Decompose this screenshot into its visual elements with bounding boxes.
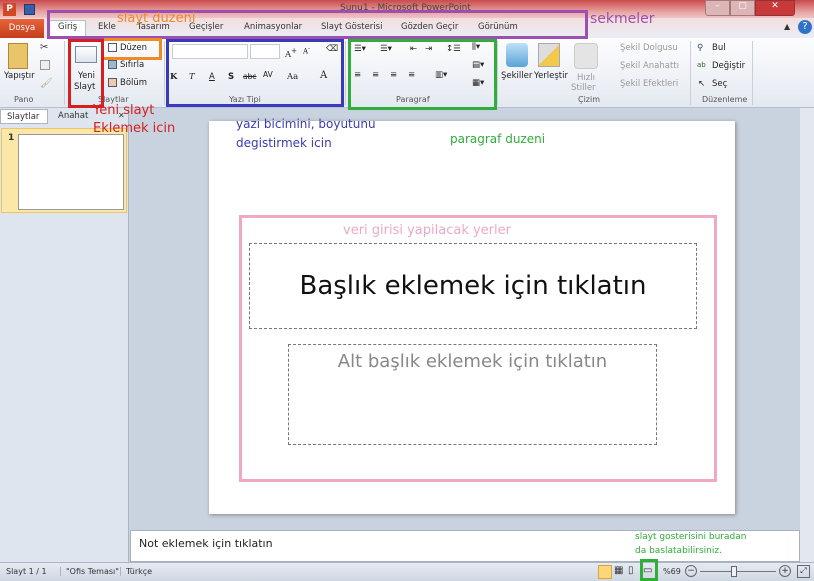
zoom-slider-thumb[interactable] bbox=[731, 566, 738, 577]
maximize-button[interactable]: ▢ bbox=[730, 0, 755, 16]
tab-anahat[interactable]: Anahat bbox=[58, 111, 88, 121]
copy-icon[interactable] bbox=[40, 60, 50, 70]
zoom-out-button[interactable]: − bbox=[685, 565, 697, 577]
quick-styles-icon[interactable] bbox=[574, 43, 598, 69]
annotation-box-slideshow bbox=[640, 559, 658, 581]
slide-number: 1 bbox=[8, 133, 15, 143]
zoom-level[interactable]: %69 bbox=[663, 567, 681, 576]
group-label-cizim: Çizim bbox=[578, 95, 601, 104]
annotation-layout: slayt duzeni bbox=[117, 11, 196, 26]
status-bar: Slayt 1 / 1 "Ofis Teması" Türkçe ▦ ▯ ▭ %… bbox=[0, 562, 814, 581]
tab-file[interactable]: Dosya bbox=[0, 19, 44, 38]
arrange-button[interactable]: Yerleştir bbox=[534, 71, 568, 81]
minimize-button[interactable]: – bbox=[705, 0, 730, 16]
section-icon bbox=[108, 78, 117, 87]
quick-styles-button-line1[interactable]: Hızlı bbox=[577, 73, 595, 83]
slides-panel: Slaytlar Anahat ✕ 1 bbox=[0, 108, 129, 562]
slide-thumbnail-item[interactable]: 1 bbox=[1, 128, 127, 213]
scrollbar-vertical[interactable] bbox=[800, 108, 814, 530]
annotation-font-2: degistirmek icin bbox=[236, 136, 332, 150]
shape-effects-button[interactable]: Şekil Efektleri bbox=[620, 79, 678, 89]
cut-icon[interactable]: ✂ bbox=[40, 42, 48, 53]
normal-view-button[interactable] bbox=[598, 565, 612, 579]
annotation-tabs: sekmeler bbox=[590, 11, 655, 27]
annotation-new-slide-1: Yeni slayt bbox=[93, 103, 155, 118]
shape-outline-button[interactable]: Şekil Anahattı bbox=[620, 61, 679, 71]
zoom-in-button[interactable]: + bbox=[779, 565, 791, 577]
quick-styles-button-line2[interactable]: Stiller bbox=[571, 83, 596, 93]
status-slide: Slayt 1 / 1 bbox=[6, 567, 47, 576]
binoculars-icon: ⚲ bbox=[697, 43, 704, 53]
annotation-placeholders: veri girisi yapilacak yerler bbox=[343, 223, 511, 238]
annotation-box-paragraph bbox=[348, 39, 497, 110]
annotation-slideshow-1: slayt gosterisini buradan bbox=[635, 532, 747, 542]
format-painter-icon[interactable]: 🖌 bbox=[40, 78, 53, 89]
annotation-box-placeholders bbox=[239, 215, 717, 482]
paste-button[interactable]: Yapıştır bbox=[4, 71, 35, 81]
group-label-pano: Pano bbox=[14, 95, 34, 104]
fit-to-window-button[interactable]: ⤢ bbox=[797, 565, 810, 578]
tab-slaytlar[interactable]: Slaytlar bbox=[0, 109, 48, 124]
slide-thumbnail[interactable] bbox=[18, 134, 124, 210]
status-theme[interactable]: "Ofis Teması" bbox=[60, 567, 119, 576]
group-label-duzenleme: Düzenleme bbox=[702, 95, 748, 104]
select-button[interactable]: Seç bbox=[712, 79, 727, 89]
shapes-button[interactable]: Şekiller bbox=[501, 71, 532, 81]
annotation-box-new-slide bbox=[68, 39, 104, 108]
close-button[interactable]: ✕ bbox=[755, 0, 795, 16]
notes-scrollbar[interactable] bbox=[800, 530, 814, 562]
find-button[interactable]: Bul bbox=[712, 43, 726, 53]
replace-button[interactable]: Değiştir bbox=[712, 61, 745, 71]
annotation-box-font bbox=[166, 39, 344, 107]
section-button[interactable]: Bölüm bbox=[120, 78, 147, 88]
annotation-new-slide-2: Eklemek icin bbox=[93, 121, 176, 136]
reset-button[interactable]: Sıfırla bbox=[120, 60, 144, 70]
shapes-icon[interactable] bbox=[506, 43, 528, 67]
notes-placeholder[interactable]: Not eklemek için tıklatın bbox=[139, 537, 273, 550]
reset-icon bbox=[108, 60, 117, 69]
arrange-icon[interactable] bbox=[538, 43, 560, 67]
annotation-paragraph: paragraf duzeni bbox=[450, 132, 546, 146]
save-icon[interactable] bbox=[24, 4, 35, 15]
shape-fill-button[interactable]: Şekil Dolgusu bbox=[620, 43, 678, 53]
zoom-slider[interactable] bbox=[700, 571, 776, 572]
reading-view-button[interactable]: ▯ bbox=[628, 565, 634, 576]
powerpoint-logo-icon: P bbox=[3, 3, 16, 16]
paste-icon[interactable] bbox=[8, 43, 28, 69]
help-icon[interactable]: ? bbox=[798, 20, 812, 34]
slide-sorter-button[interactable]: ▦ bbox=[614, 565, 623, 576]
collapse-ribbon-icon[interactable]: ▲ bbox=[784, 22, 790, 31]
replace-icon: ab bbox=[697, 61, 706, 69]
annotation-box-layout bbox=[104, 38, 162, 60]
annotation-font-1: yazi bicimini, boyutunu bbox=[236, 117, 376, 131]
select-icon: ↖ bbox=[698, 79, 706, 89]
annotation-slideshow-2: da baslatabilirsiniz. bbox=[635, 546, 722, 556]
status-language[interactable]: Türkçe bbox=[120, 567, 152, 576]
